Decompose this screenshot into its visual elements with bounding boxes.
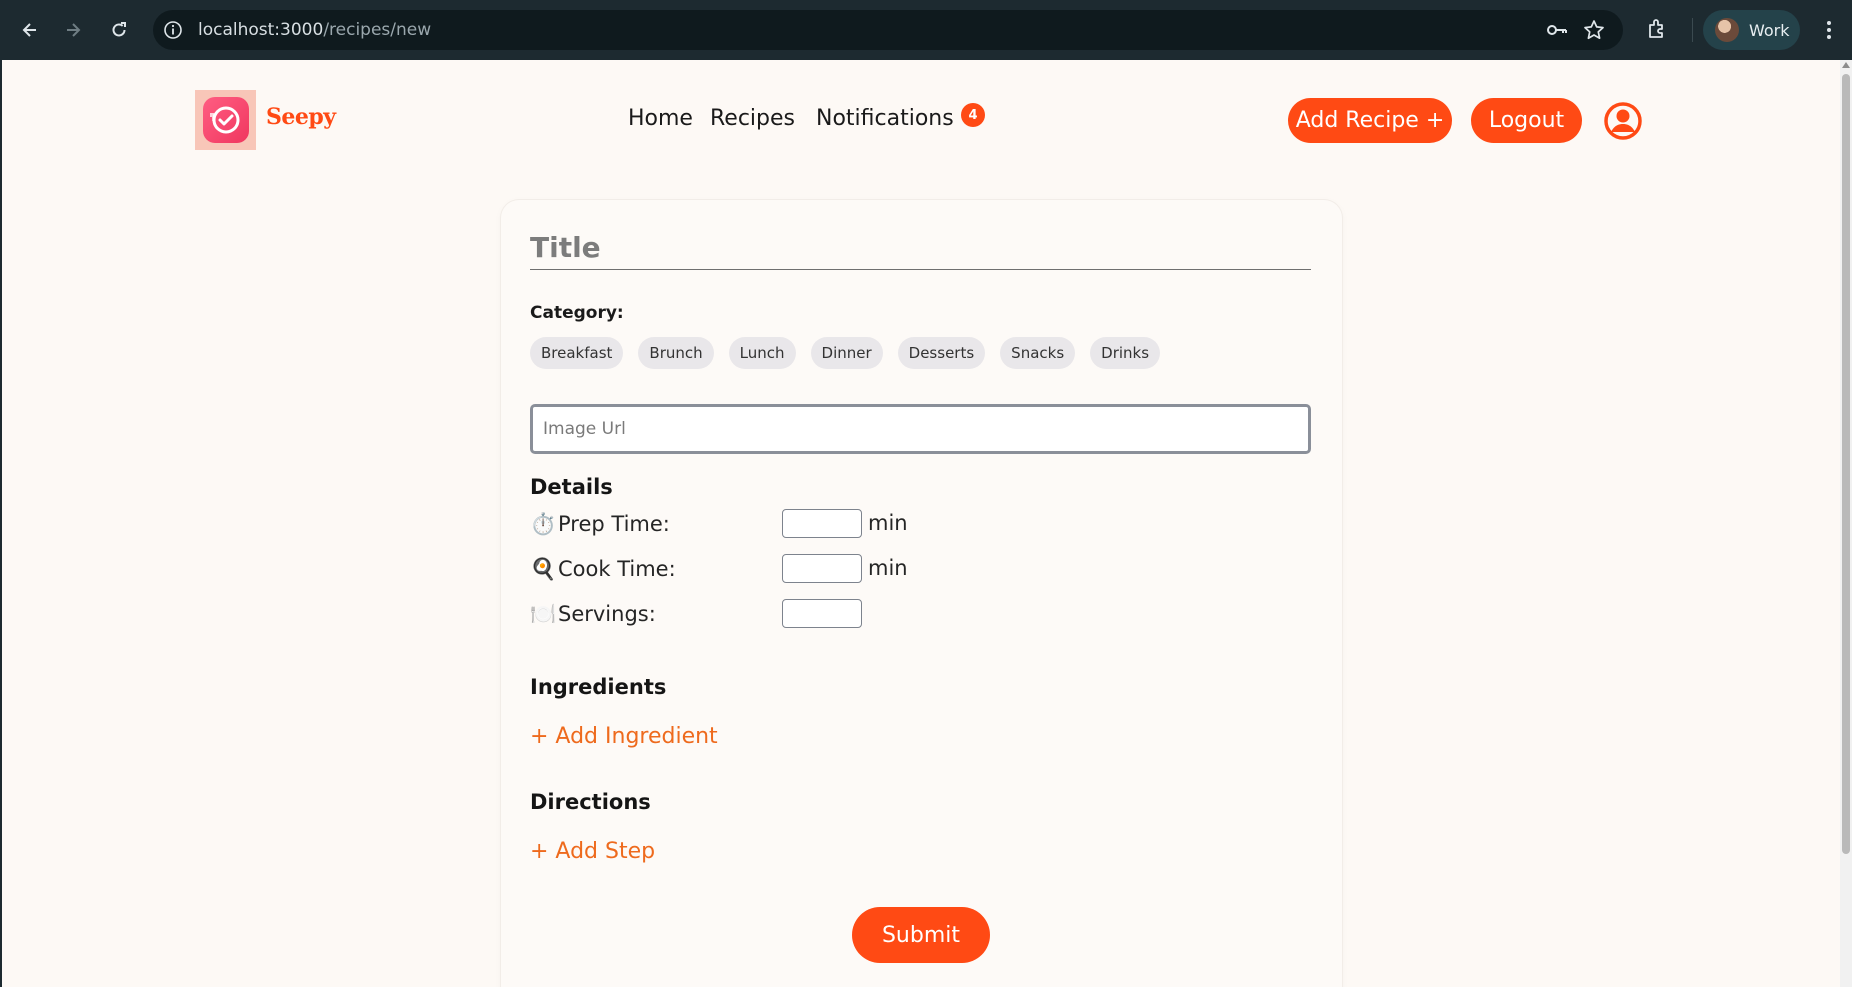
scroll-up-arrow-icon[interactable] <box>1842 62 1850 68</box>
browser-toolbar: localhost:3000/recipes/new Work <box>0 0 1852 60</box>
logout-button[interactable]: Logout <box>1471 98 1582 143</box>
cook-time-unit: min <box>868 556 908 580</box>
back-arrow-icon <box>22 23 36 37</box>
prep-time-unit: min <box>868 511 908 535</box>
recipe-title-input[interactable] <box>530 225 1311 270</box>
reload-icon <box>112 22 126 37</box>
profile-button[interactable]: Work <box>1703 10 1800 50</box>
servings-label: Servings: <box>558 602 656 626</box>
forward-arrow-icon <box>67 23 81 37</box>
prep-time-input[interactable] <box>782 509 862 538</box>
page-scrollbar[interactable] <box>1840 60 1852 987</box>
category-chip-drinks[interactable]: Drinks <box>1090 337 1161 369</box>
category-chip-brunch[interactable]: Brunch <box>638 337 714 369</box>
category-chip-breakfast[interactable]: Breakfast <box>530 337 624 369</box>
plate-icon: 🍽️ <box>530 601 557 626</box>
forward-button[interactable] <box>58 15 88 45</box>
profile-avatar <box>1715 18 1739 42</box>
extensions-puzzle-icon[interactable] <box>1646 17 1670 41</box>
details-heading: Details <box>530 475 613 499</box>
directions-heading: Directions <box>530 790 651 814</box>
submit-button[interactable]: Submit <box>852 907 990 963</box>
add-ingredient-link[interactable]: + Add Ingredient <box>530 724 718 749</box>
toolbar-divider <box>1692 18 1693 42</box>
servings-input[interactable] <box>782 599 862 628</box>
category-chip-dinner[interactable]: Dinner <box>810 337 883 369</box>
add-recipe-button[interactable]: Add Recipe + <box>1288 98 1452 143</box>
add-step-link[interactable]: + Add Step <box>530 839 655 864</box>
frying-pan-icon: 🍳 <box>530 556 557 581</box>
new-recipe-form: Category: Breakfast Brunch Lunch Dinner … <box>501 200 1342 987</box>
scrollbar-thumb[interactable] <box>1842 74 1850 854</box>
nav-recipes-link[interactable]: Recipes <box>710 106 795 131</box>
address-bar[interactable]: localhost:3000/recipes/new <box>153 10 1623 50</box>
category-chip-snacks[interactable]: Snacks <box>1000 337 1076 369</box>
page-viewport: Seepy Home Recipes Notifications 4 Add R… <box>2 60 1840 987</box>
cook-time-row: 🍳 Cook Time: <box>530 554 676 584</box>
stopwatch-icon: ⏱️ <box>530 511 557 536</box>
prep-time-row: ⏱️ Prep Time: <box>530 509 670 539</box>
cook-time-label: Cook Time: <box>558 557 676 581</box>
app-logo[interactable] <box>195 90 256 150</box>
user-profile-icon[interactable] <box>1603 101 1643 141</box>
nav-home-link[interactable]: Home <box>628 106 693 131</box>
cook-time-input[interactable] <box>782 554 862 583</box>
password-key-icon[interactable] <box>1546 20 1568 40</box>
kebab-menu-icon[interactable] <box>1818 18 1840 42</box>
notification-count-badge: 4 <box>961 103 985 127</box>
site-info-icon[interactable] <box>163 20 183 40</box>
category-chip-desserts[interactable]: Desserts <box>897 337 986 369</box>
back-button[interactable] <box>15 15 45 45</box>
reload-button[interactable] <box>104 15 134 45</box>
category-chip-group: Breakfast Brunch Lunch Dinner Desserts S… <box>530 337 1175 369</box>
nav-notifications-link[interactable]: Notifications <box>816 106 954 131</box>
category-label: Category: <box>530 303 624 323</box>
servings-row: 🍽️ Servings: <box>530 599 656 629</box>
category-chip-lunch[interactable]: Lunch <box>728 337 796 369</box>
bookmark-star-icon[interactable] <box>1583 19 1605 41</box>
ingredients-heading: Ingredients <box>530 675 667 699</box>
brand-name[interactable]: Seepy <box>266 104 336 130</box>
prep-time-label: Prep Time: <box>558 512 670 536</box>
url-text: localhost:3000/recipes/new <box>198 20 432 40</box>
image-url-input[interactable] <box>530 404 1311 454</box>
profile-name: Work <box>1749 20 1790 40</box>
logo-mark-icon <box>202 97 249 143</box>
